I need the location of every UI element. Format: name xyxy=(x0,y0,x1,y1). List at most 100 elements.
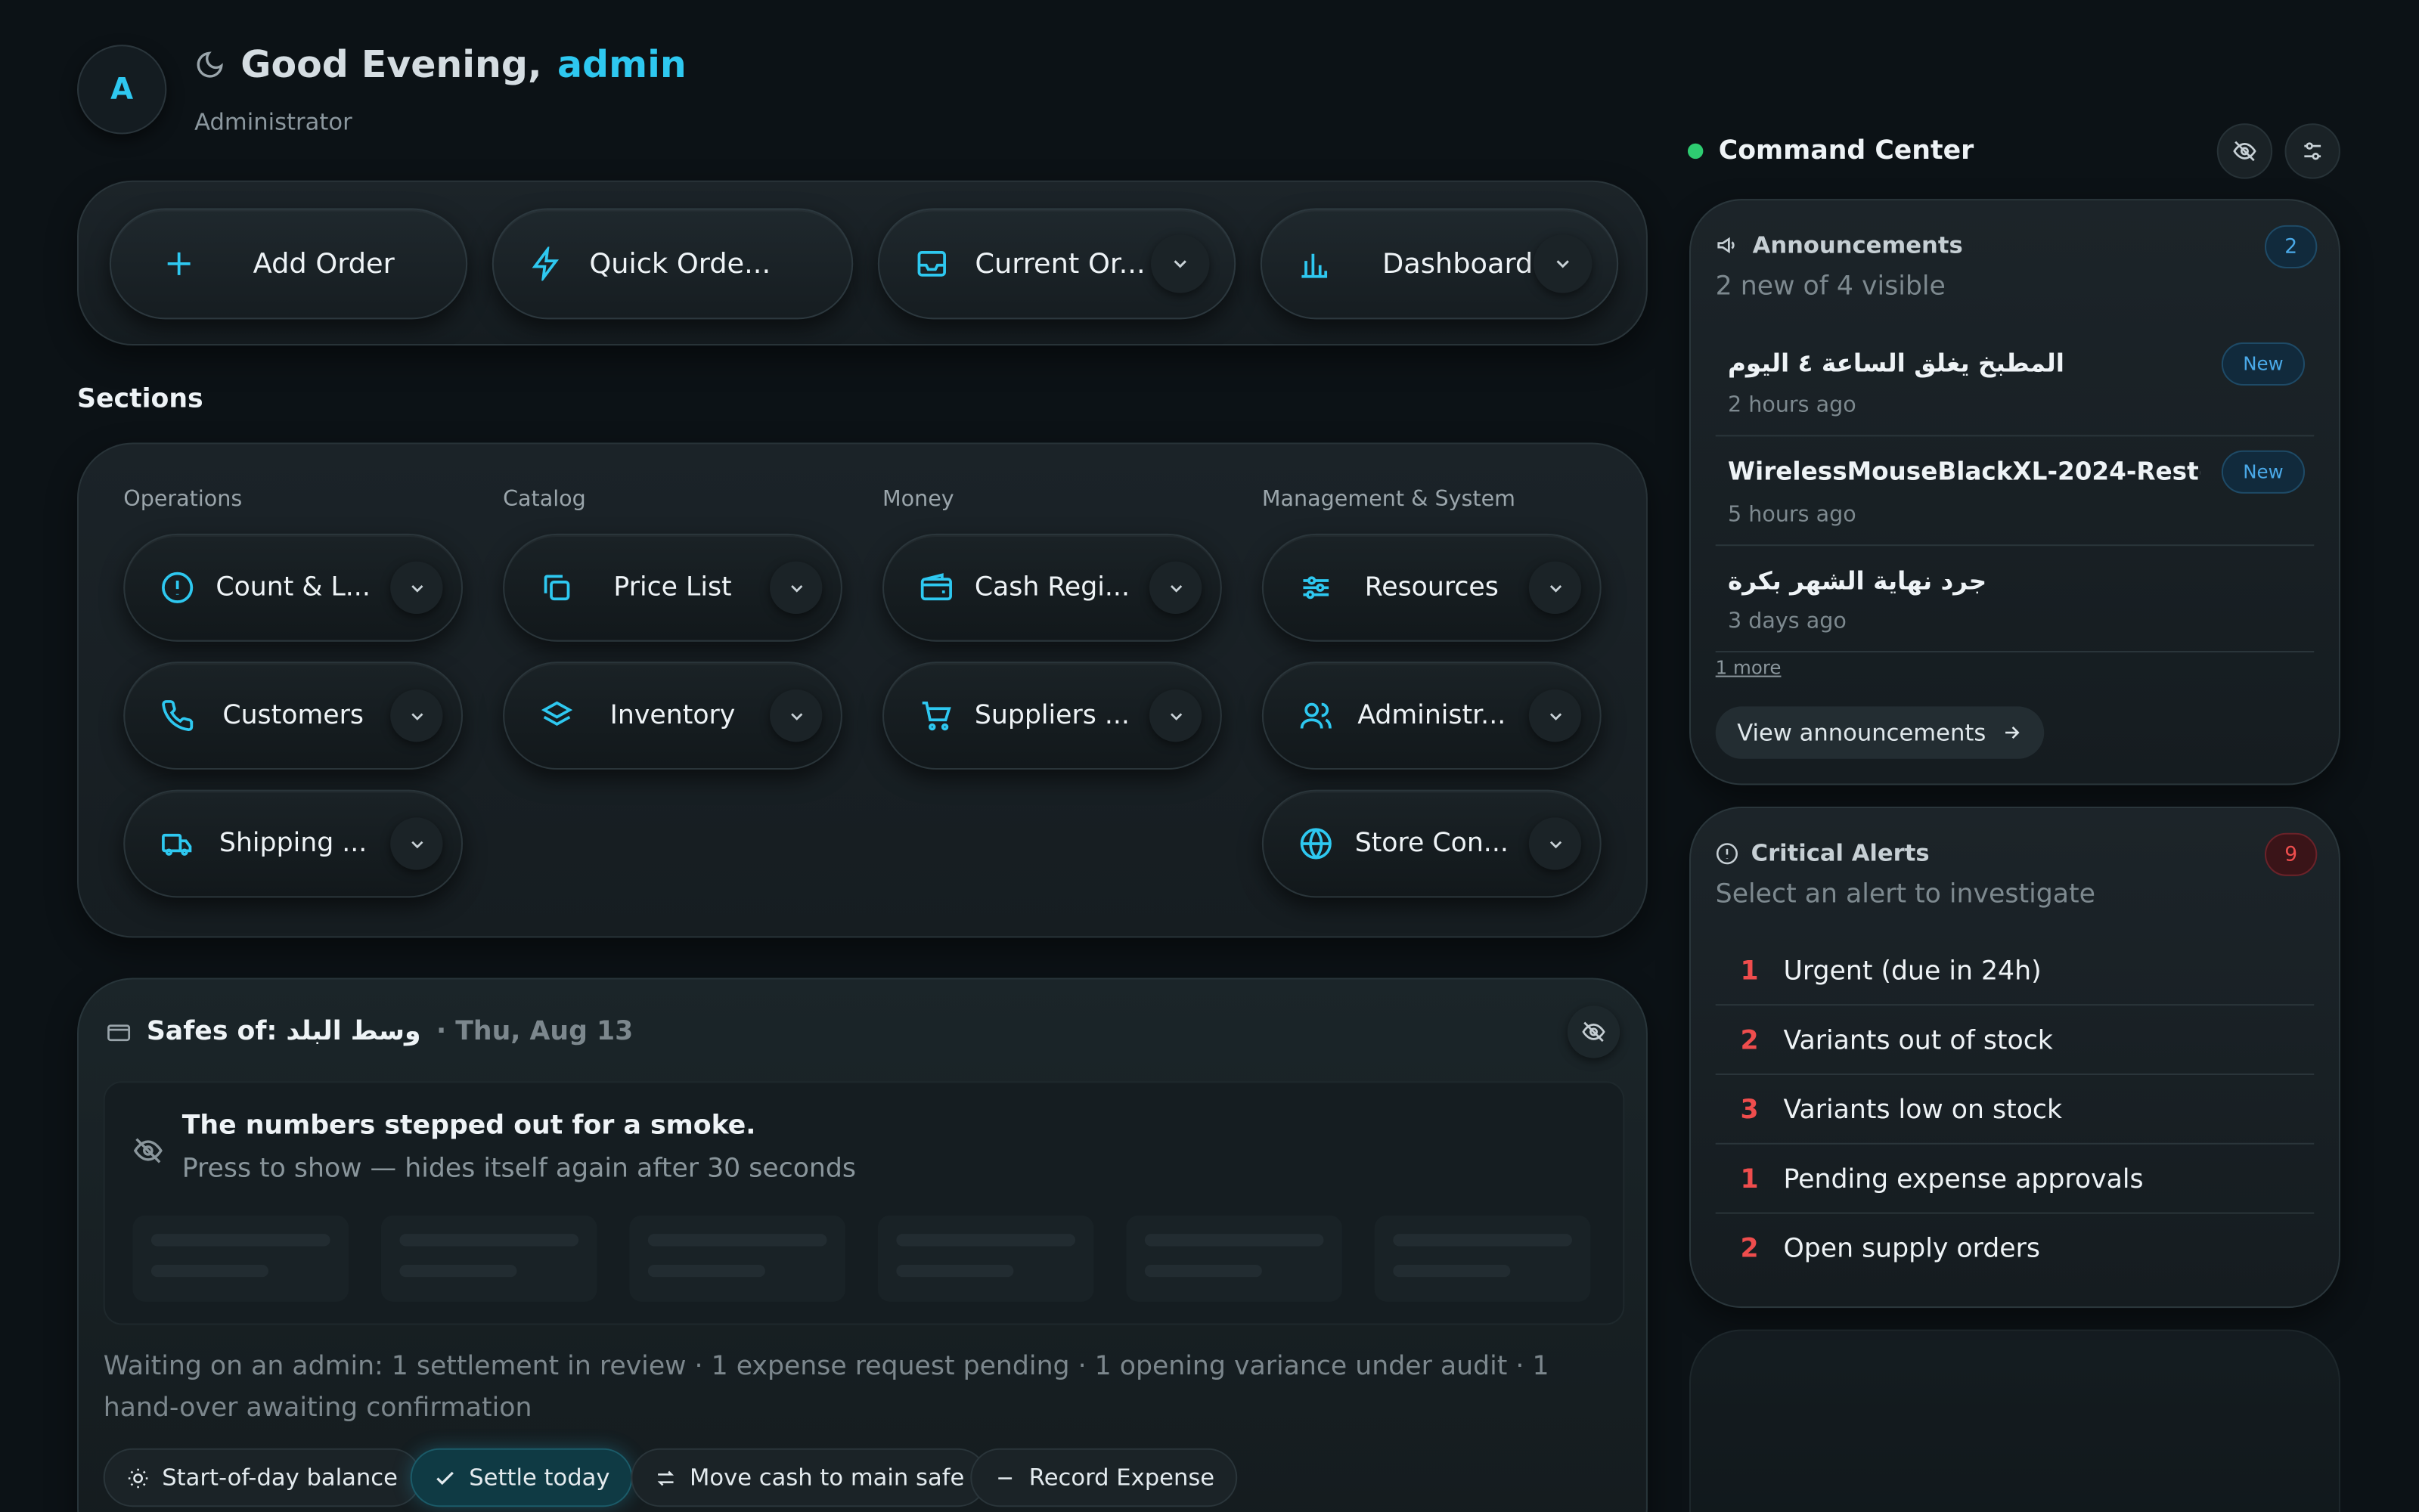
alert-item[interactable]: 2 Open supply orders xyxy=(1716,1216,2315,1284)
chevron-down-icon[interactable] xyxy=(1149,689,1202,742)
chevron-down-icon[interactable] xyxy=(770,561,823,614)
hide-panel-button[interactable] xyxy=(2216,123,2273,179)
category-catalog: Catalog xyxy=(503,487,586,513)
announcement-time: 5 hours ago xyxy=(1728,503,1856,528)
move-cash-button[interactable]: Move cash to main safe xyxy=(631,1448,988,1507)
check-icon xyxy=(436,1470,454,1485)
lightning-icon xyxy=(528,245,565,282)
start-of-day-balance-button[interactable]: Start-of-day balance xyxy=(103,1448,421,1507)
chevron-down-icon[interactable] xyxy=(1533,234,1593,293)
alert-item[interactable]: 2 Variants out of stock xyxy=(1715,1007,2315,1076)
skeleton-tile xyxy=(1126,1215,1342,1302)
megaphone-icon xyxy=(1717,237,1735,254)
section-customers-button[interactable]: Customers xyxy=(123,662,464,770)
users-icon xyxy=(1298,697,1335,734)
category-money: Money xyxy=(882,487,954,513)
hidden-numbers-box[interactable]: The numbers stepped out for a smoke. Pre… xyxy=(103,1081,1625,1325)
announcements-count-badge: 2 xyxy=(2264,225,2318,268)
skeleton-tile xyxy=(1374,1215,1591,1302)
skeleton-tile xyxy=(629,1215,846,1302)
quick-actions-panel: Add Order Quick Orde... Current Or... Da… xyxy=(77,180,1648,346)
critical-alerts-card: Critical Alerts 9 Select an alert to inv… xyxy=(1689,807,2340,1309)
category-operations: Operations xyxy=(123,487,243,513)
record-expense-button[interactable]: Record Expense xyxy=(970,1448,1238,1507)
skeleton-tile xyxy=(132,1215,349,1302)
eye-off-icon xyxy=(133,1138,163,1163)
transfer-icon xyxy=(657,1470,675,1486)
current-orders-button[interactable]: Current Or... xyxy=(877,208,1236,320)
wallet-icon xyxy=(918,569,955,606)
alerts-count-badge: 9 xyxy=(2264,832,2318,876)
divider xyxy=(1715,650,2315,652)
command-center-title: Command Center xyxy=(1718,135,1974,167)
section-price-list-button[interactable]: Price List xyxy=(503,533,842,642)
alerts-subtitle: Select an alert to investigate xyxy=(1715,878,2095,910)
username: admin xyxy=(557,43,687,87)
bar-chart-icon xyxy=(1296,245,1333,282)
chevron-down-icon[interactable] xyxy=(1528,689,1582,742)
announcements-card: Announcements 2 2 new of 4 visible المطب… xyxy=(1689,199,2340,785)
sliders-icon xyxy=(1298,569,1335,606)
view-announcements-button[interactable]: View announcements xyxy=(1715,706,2045,759)
arrow-right-icon xyxy=(2005,727,2020,739)
chevron-down-icon[interactable] xyxy=(770,689,823,742)
alert-item[interactable]: 1 Pending expense approvals xyxy=(1715,1146,2315,1214)
moon-icon xyxy=(197,51,223,78)
greeting-text: Good Evening, xyxy=(240,43,542,87)
cart-icon xyxy=(918,697,955,734)
toggle-visibility-button[interactable] xyxy=(1567,1005,1620,1058)
safes-panel: Safes of: وسط البلد · Thu, Aug 13 The nu… xyxy=(77,978,1648,1512)
settings-button[interactable] xyxy=(2284,123,2340,179)
announcement-title[interactable]: WirelessMouseBlackXL-2024-Resto... xyxy=(1728,457,2200,486)
chevron-down-icon[interactable] xyxy=(1528,561,1582,614)
safes-date: · Thu, Aug 13 xyxy=(436,1016,634,1048)
chevron-down-icon[interactable] xyxy=(390,689,443,742)
announcement-title[interactable]: جرد نهاية الشهر بكرة xyxy=(1728,566,2191,596)
announcement-time: 3 days ago xyxy=(1728,609,1847,634)
next-card xyxy=(1689,1329,2340,1512)
section-count-button[interactable]: Count & L... xyxy=(123,533,464,642)
announcements-subtitle: 2 new of 4 visible xyxy=(1715,271,1946,302)
section-shipping-button[interactable]: Shipping ... xyxy=(123,789,464,898)
section-cash-register-button[interactable]: Cash Regi... xyxy=(882,533,1222,642)
safes-header: Safes of: وسط البلد · Thu, Aug 13 xyxy=(107,1016,633,1047)
sections-panel: Operations Catalog Money Management & Sy… xyxy=(77,442,1648,938)
greeting: Good Evening, admin xyxy=(194,43,687,86)
chevron-down-icon[interactable] xyxy=(390,817,443,870)
chevron-down-icon[interactable] xyxy=(390,561,443,614)
chevron-down-icon[interactable] xyxy=(1150,234,1210,293)
add-order-button[interactable]: Add Order xyxy=(109,208,468,320)
layers-icon xyxy=(538,697,575,734)
section-resources-button[interactable]: Resources xyxy=(1261,533,1602,642)
minus-icon xyxy=(998,1476,1013,1479)
alert-item[interactable]: 3 Variants low on stock xyxy=(1715,1077,2315,1145)
sun-icon xyxy=(128,1467,148,1488)
status-dot xyxy=(1687,143,1704,160)
skeleton-tile xyxy=(877,1215,1094,1302)
section-suppliers-button[interactable]: Suppliers ... xyxy=(882,662,1222,770)
wallet-icon xyxy=(107,1024,131,1042)
more-link[interactable]: 1 more xyxy=(1716,657,1782,679)
announcement-time: 2 hours ago xyxy=(1728,393,1856,418)
command-center-header: Command Center xyxy=(1687,135,1974,167)
chevron-down-icon[interactable] xyxy=(1149,561,1202,614)
globe-icon xyxy=(1298,825,1335,862)
announcements-header: Announcements xyxy=(1716,231,1963,259)
alert-item[interactable]: 1 Urgent (due in 24h) xyxy=(1715,937,2315,1006)
copy-icon xyxy=(538,569,575,606)
chevron-down-icon[interactable] xyxy=(1528,817,1582,870)
settle-today-button[interactable]: Settle today xyxy=(410,1448,634,1507)
alert-circle-icon xyxy=(159,569,196,606)
avatar[interactable]: A xyxy=(77,45,167,135)
announcement-title[interactable]: المطبخ يغلق الساعة ٤ اليوم xyxy=(1728,349,2191,378)
phone-icon xyxy=(159,697,196,734)
section-inventory-button[interactable]: Inventory xyxy=(503,662,842,770)
divider xyxy=(1715,435,2315,437)
dashboard-button[interactable]: Dashboard xyxy=(1260,208,1619,320)
hidden-subtitle: Press to show — hides itself again after… xyxy=(181,1154,857,1185)
eye-off-icon xyxy=(1582,1021,1605,1043)
quick-order-button[interactable]: Quick Orde... xyxy=(492,208,854,320)
user-role: Administrator xyxy=(194,107,352,136)
section-store-config-button[interactable]: Store Con... xyxy=(1261,789,1602,898)
section-administration-button[interactable]: Administr... xyxy=(1261,662,1602,770)
